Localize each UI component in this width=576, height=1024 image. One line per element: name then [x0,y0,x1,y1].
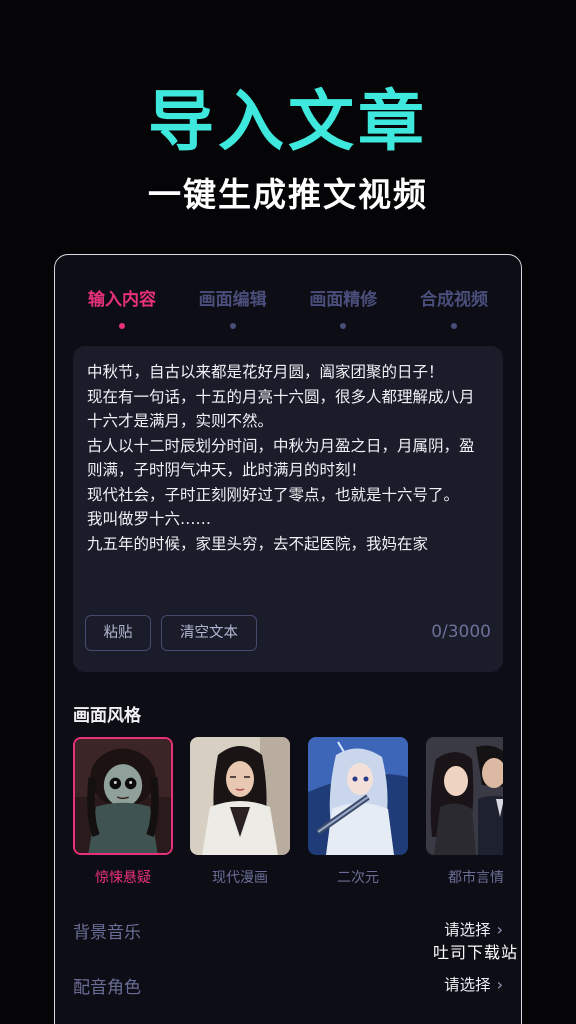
style-thumbnail-urban-romance [426,737,503,855]
tab-label: 输入内容 [88,290,156,310]
voice-role-value: 请选择 › [444,975,503,994]
chevron-right-icon: › [496,920,503,939]
style-thumbnail-anime [308,737,408,855]
step-indicator-dot [229,323,236,329]
style-option-horror[interactable]: 惊悚悬疑 [73,737,173,887]
step-indicator-dot [340,323,347,329]
style-thumbnail-modern-comic [190,737,290,855]
style-name: 现代漫画 [212,870,268,886]
creation-card: 输入内容 画面编辑 画面精修 合成视频 中秋节，自古以来都是花好月圆，阖家团聚的… [54,254,522,1024]
style-name: 惊悚悬疑 [95,870,151,886]
hero-title: 导入文章 [148,83,428,160]
style-name: 都市言情 [448,870,503,886]
site-watermark: 吐司下载站 [433,943,519,962]
clear-text-button[interactable]: 清空文本 [161,615,257,651]
background-music-value: 请选择 › [444,920,503,939]
style-section-title: 画面风格 [73,706,141,726]
char-counter: 0/3000 [431,622,491,642]
voice-role-label: 配音角色 [73,978,141,998]
style-option-urban-romance[interactable]: 都市言情 [426,737,503,887]
tab-scene-refine[interactable]: 画面精修 [294,285,392,329]
article-text-area[interactable]: 中秋节，自古以来都是花好月圆，阖家团聚的日子！ 现在有一句话，十五的月亮十六圆，… [87,360,489,596]
article-editor: 中秋节，自古以来都是花好月圆，阖家团聚的日子！ 现在有一句话，十五的月亮十六圆，… [73,346,503,672]
style-option-anime[interactable]: 二次元 [308,737,408,887]
voice-role-row[interactable]: 配音角色 请选择 › [73,971,503,1001]
style-option-modern-comic[interactable]: 现代漫画 [190,737,290,887]
tab-compose-video[interactable]: 合成视频 [405,285,503,329]
tab-label: 合成视频 [419,290,488,310]
paste-button[interactable]: 粘贴 [85,615,151,651]
chevron-right-icon: › [496,975,503,994]
style-thumbnail-horror [73,737,173,855]
background-music-label: 背景音乐 [73,923,141,943]
tab-label: 画面编辑 [198,290,267,310]
style-carousel[interactable]: 惊悚悬疑 现代漫画 二次元 都市言情 [73,737,503,897]
tab-label: 画面精修 [309,290,378,310]
hero-subtitle: 一键生成推文视频 [148,175,428,214]
tab-scene-edit[interactable]: 画面编辑 [184,285,282,329]
style-name: 二次元 [337,870,379,886]
tab-input-content[interactable]: 输入内容 [73,285,171,329]
step-indicator-dot [450,323,457,329]
step-indicator-dot [119,323,125,329]
step-tabs: 输入内容 画面编辑 画面精修 合成视频 [73,285,503,329]
